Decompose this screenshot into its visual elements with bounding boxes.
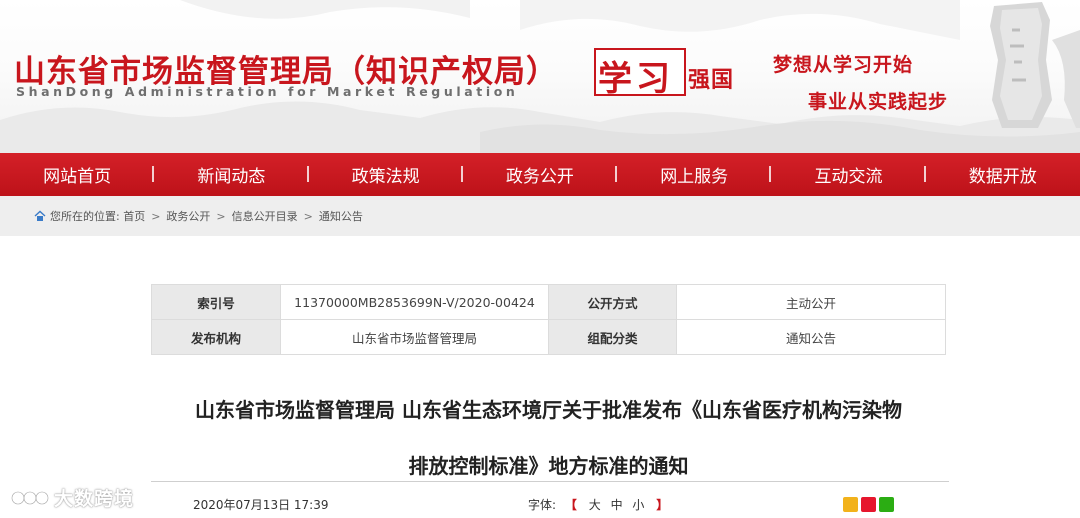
share-buttons xyxy=(843,497,894,512)
disclosure-method-value: 主动公开 xyxy=(676,284,946,320)
font-bracket-open: 【 xyxy=(564,498,577,512)
breadcrumb-separator: > xyxy=(216,209,226,223)
font-size-large-button[interactable]: 大 xyxy=(589,498,601,512)
watermark: 大数跨境 xyxy=(10,484,134,511)
table-row: 索引号 11370000MB2853699N-V/2020-00424 公开方式… xyxy=(151,284,946,320)
qzone-share-icon[interactable] xyxy=(843,497,858,512)
logo-main-text: 学习 xyxy=(598,59,674,99)
stone-stele-decoration xyxy=(990,2,1080,128)
meta-divider xyxy=(151,481,949,482)
breadcrumb-separator: > xyxy=(151,209,161,223)
article-title-line-1: 山东省市场监督管理局 山东省生态环境厅关于批准发布《山东省医疗机构污染物 xyxy=(195,398,902,422)
xuexi-qiangguo-logo[interactable]: 学习 强国 xyxy=(594,48,746,99)
nav-item-interaction[interactable]: 互动交流 xyxy=(771,162,926,187)
nav-item-open-data[interactable]: 数据开放 xyxy=(926,162,1080,187)
publisher-value: 山东省市场监督管理局 xyxy=(280,319,549,355)
breadcrumb-gov-affairs[interactable]: 政务公开 xyxy=(166,208,210,224)
breadcrumb-separator: > xyxy=(303,209,313,223)
font-size-label: 字体: xyxy=(528,498,557,512)
publish-date: 2020年07月13日 17:39 xyxy=(193,498,329,512)
breadcrumb-notices[interactable]: 通知公告 xyxy=(319,208,363,224)
wechat-share-icon[interactable] xyxy=(879,497,894,512)
nav-item-gov-affairs[interactable]: 政务公开 xyxy=(463,162,618,187)
font-size-control: 字体: 【 大 中 小 】 xyxy=(528,496,673,513)
home-icon xyxy=(34,210,46,221)
weibo-share-icon[interactable] xyxy=(861,497,876,512)
nav-item-home[interactable]: 网站首页 xyxy=(0,162,155,187)
main-nav: 网站首页 新闻动态 政策法规 政务公开 网上服务 互动交流 数据开放 xyxy=(0,153,1080,196)
slogan-line-2: 事业从实践起步 xyxy=(808,91,949,113)
article-title: 山东省市场监督管理局 山东省生态环境厅关于批准发布《山东省医疗机构污染物 排放控… xyxy=(151,382,946,494)
category-label: 组配分类 xyxy=(548,319,677,355)
index-number-label: 索引号 xyxy=(151,284,281,320)
index-number-value: 11370000MB2853699N-V/2020-00424 xyxy=(280,284,549,320)
table-row: 发布机构 山东省市场监督管理局 组配分类 通知公告 xyxy=(151,319,946,355)
disclosure-method-label: 公开方式 xyxy=(548,284,677,320)
breadcrumb-info-catalog[interactable]: 信息公开目录 xyxy=(232,208,298,224)
nav-item-policy[interactable]: 政策法规 xyxy=(309,162,464,187)
category-value: 通知公告 xyxy=(676,319,946,355)
nav-item-news[interactable]: 新闻动态 xyxy=(154,162,309,187)
watermark-logo-icon xyxy=(10,490,50,505)
logo-side-text: 强国 xyxy=(688,67,735,93)
article-title-line-2: 排放控制标准》地方标准的通知 xyxy=(408,454,689,478)
slogan-line-1: 梦想从学习开始 xyxy=(773,54,914,76)
font-size-medium-button[interactable]: 中 xyxy=(611,498,623,512)
font-size-small-button[interactable]: 小 xyxy=(632,498,644,512)
nav-item-online-services[interactable]: 网上服务 xyxy=(617,162,772,187)
document-info-table: 索引号 11370000MB2853699N-V/2020-00424 公开方式… xyxy=(151,284,946,355)
watermark-text: 大数跨境 xyxy=(54,488,135,510)
publisher-label: 发布机构 xyxy=(151,319,281,355)
breadcrumb-home[interactable]: 您所在的位置: 首页 xyxy=(50,208,145,224)
site-header: 山东省市场监督管理局（知识产权局） ShanDong Administratio… xyxy=(0,0,1080,153)
breadcrumb: 您所在的位置: 首页 > 政务公开 > 信息公开目录 > 通知公告 xyxy=(0,196,1080,236)
font-bracket-close: 】 xyxy=(656,498,669,512)
site-subtitle: ShanDong Administration for Market Regul… xyxy=(16,84,519,99)
